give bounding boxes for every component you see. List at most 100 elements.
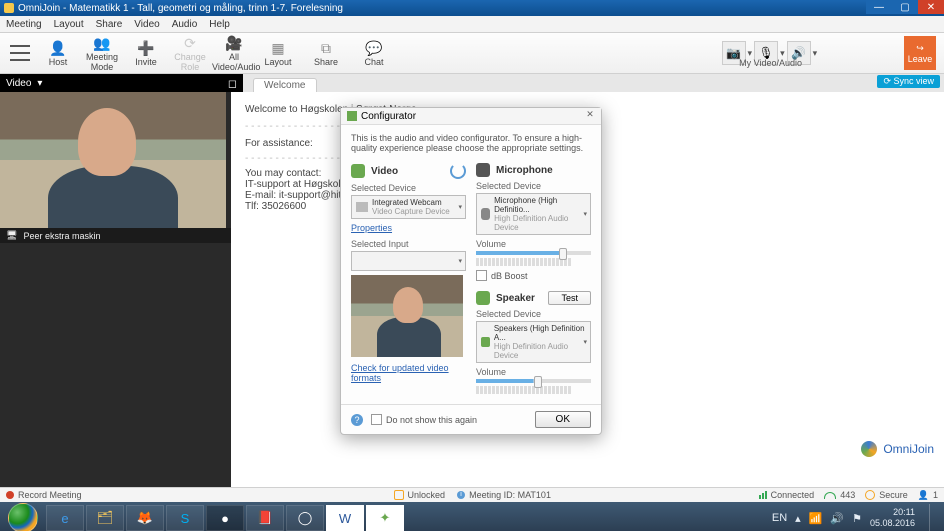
do-not-show-label: Do not show this again [386,415,477,425]
dialog-video-column: Video Selected Device Integrated Webcam … [351,161,466,398]
start-button[interactable] [8,503,38,531]
slider-handle[interactable] [559,248,567,260]
leave-button[interactable]: ↪ Leave [904,36,936,70]
refresh-icon[interactable] [450,163,466,179]
help-icon[interactable]: ? [351,414,363,426]
menu-audio[interactable]: Audio [172,19,198,30]
hamburger-icon[interactable] [10,45,30,61]
taskbar-firefox-icon[interactable]: 🦊 [126,505,164,531]
sync-view-button[interactable]: ⟳ Sync view [877,75,940,88]
video-icon [351,164,365,178]
mic-device-select[interactable]: Microphone (High Definitio... High Defin… [476,193,591,235]
db-boost-label: dB Boost [491,271,528,281]
meeting-mode-button[interactable]: 👥 Meeting Mode [80,34,124,72]
speaker-selected-device-label: Selected Device [476,309,591,319]
video-panel-expand-icon[interactable]: ◻ [228,77,237,90]
omnijoin-icon [861,441,877,457]
chevron-down-icon: ▾ [37,78,42,89]
db-boost-checkbox[interactable]: dB Boost [476,270,591,281]
tray-volume-icon[interactable]: 🔊 [830,512,844,525]
tab-bar: Welcome ⟳ Sync view [243,74,944,93]
tab-welcome[interactable]: Welcome [253,78,317,92]
do-not-show-checkbox[interactable]: Do not show this again [371,414,477,425]
speaker-device-select[interactable]: Speakers (High Definition A... High Defi… [476,321,591,363]
video-device-select[interactable]: Integrated Webcam Video Capture Device ▾ [351,195,466,219]
window-titlebar[interactable]: OmniJoin - Matematikk 1 - Tall, geometri… [0,0,944,16]
chevron-down-icon: ▾ [583,338,587,346]
dialog-titlebar[interactable]: Configurator ✕ [341,108,601,125]
leave-label: Leave [908,54,933,64]
menu-video[interactable]: Video [134,19,159,30]
meeting-mode-label: Meeting Mode [80,52,124,72]
window-minimize-button[interactable]: — [866,0,892,14]
slider-handle[interactable] [534,376,542,388]
record-meeting-button[interactable]: Record Meeting [6,490,82,500]
secure-icon [865,490,875,500]
signal-icon [759,491,767,499]
window-close-button[interactable]: ✕ [918,0,944,14]
speaker-device-type: High Definition Audio Device [494,342,586,360]
taskbar-app1-icon[interactable]: ● [206,505,244,531]
menu-layout[interactable]: Layout [54,19,84,30]
participant-count: 1 [933,490,938,500]
chevron-down-icon: ▾ [458,257,462,265]
all-video-audio-button[interactable]: 🎥 All Video/Audio [212,34,256,72]
taskbar-chrome-icon[interactable]: ◯ [286,505,324,531]
video-section-title: Video [351,163,466,179]
speaker-volume-slider[interactable] [476,379,591,383]
speaker-icon [476,291,490,305]
video-panel-header[interactable]: Video ▾ ◻ [0,74,243,92]
layout-label: Layout [256,57,300,67]
my-video-audio-label: My Video/Audio [739,58,802,68]
sync-icon: ⟳ [883,76,893,86]
mic-section-title: Microphone [476,163,591,177]
properties-link[interactable]: Properties [351,223,466,233]
tray-network-icon[interactable]: 📶 [809,512,823,525]
checkbox-icon [476,270,487,281]
taskbar-clock[interactable]: 20:11 05.08.2016 [870,507,915,529]
check-formats-link[interactable]: Check for updated video formats [351,363,466,383]
dialog-close-button[interactable]: ✕ [583,109,597,121]
video-device-type: Video Capture Device [372,207,450,216]
video-selected-device-label: Selected Device [351,183,466,193]
tray-flag-icon[interactable]: ⚑ [852,512,862,525]
change-role-icon: ⟳ [168,34,212,52]
layout-button[interactable]: ▦ Layout [256,39,300,67]
menu-share[interactable]: Share [96,19,123,30]
show-desktop-button[interactable] [929,504,938,531]
chevron-down-icon: ▾ [458,203,462,211]
all-video-audio-label: All Video/Audio [212,52,256,72]
main-toolbar: 👤 Host 👥 Meeting Mode ➕ Invite ⟳ Change … [0,33,944,74]
video-input-select[interactable]: ▾ [351,251,466,271]
lang-indicator[interactable]: EN [772,512,787,524]
invite-button[interactable]: ➕ Invite [124,39,168,67]
substrip: Video ▾ ◻ Welcome ⟳ Sync view [0,74,944,92]
host-button[interactable]: 👤 Host [36,39,80,67]
taskbar-explorer-icon[interactable]: 🗂 [86,505,124,531]
taskbar-skype-icon[interactable]: S [166,505,204,531]
mic-volume-slider[interactable] [476,251,591,255]
tray-chevron-icon[interactable]: ▴ [795,512,801,525]
menu-meeting[interactable]: Meeting [6,19,42,30]
window-maximize-button[interactable]: ▢ [892,0,918,14]
change-role-label: Change Role [168,52,212,72]
invite-icon: ➕ [124,39,168,57]
secure-label: Secure [879,490,908,500]
checkbox-icon [371,414,382,425]
taskbar-omnijoin-icon[interactable]: ✦ [366,505,404,531]
participant-video[interactable] [0,92,226,228]
menu-help[interactable]: Help [209,19,230,30]
taskbar-pdf-icon[interactable]: 📕 [246,505,284,531]
share-icon: ⧉ [304,39,348,57]
taskbar-word-icon[interactable]: W [326,505,364,531]
preview-body-shape [377,317,441,357]
taskbar-ie-icon[interactable]: e [46,505,84,531]
lock-icon [394,490,404,500]
ok-button[interactable]: OK [535,411,591,428]
configurator-dialog: Configurator ✕ This is the audio and vid… [340,107,602,435]
chat-button[interactable]: 💬 Chat [352,39,396,67]
dialog-intro-text: This is the audio and video configurator… [341,125,601,153]
share-button[interactable]: ⧉ Share [304,39,348,67]
test-speaker-button[interactable]: Test [548,291,591,305]
toolbar-right-cluster: 📷 ▾ 🎙 ▾ 🔊 ▾ My Video/Audio ↪ Leave [722,36,940,70]
